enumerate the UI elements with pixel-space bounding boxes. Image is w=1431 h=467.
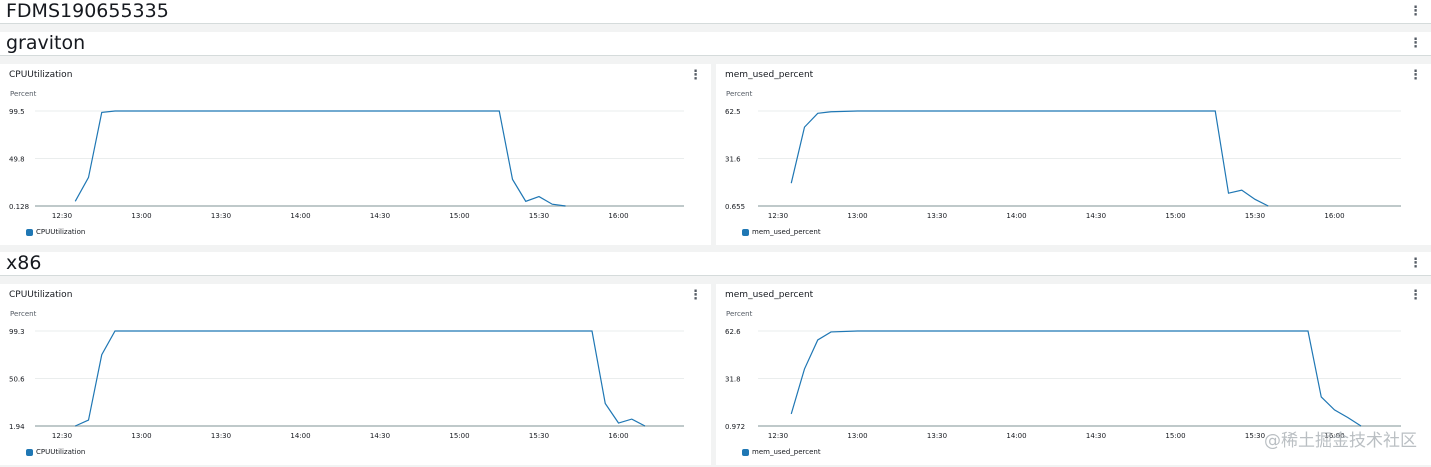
y-tick-label: 99.3 bbox=[9, 328, 25, 336]
section-title: x86 bbox=[6, 252, 42, 274]
y-tick-label: 31.8 bbox=[725, 376, 741, 384]
x-tick-label: 15:00 bbox=[449, 212, 469, 220]
section-title: graviton bbox=[6, 32, 86, 54]
y-tick-label: 1.94 bbox=[9, 423, 25, 431]
y-tick-label: 62.5 bbox=[725, 108, 741, 116]
section-header-graviton: graviton ⋮ bbox=[0, 32, 1431, 56]
x-tick-label: 13:30 bbox=[927, 432, 947, 440]
watermark: @稀土掘金技术社区 bbox=[1264, 431, 1417, 451]
x-tick-label: 15:00 bbox=[1165, 212, 1185, 220]
x-tick-label: 16:00 bbox=[1324, 212, 1344, 220]
x-tick-label: 14:30 bbox=[370, 212, 390, 220]
y-tick-label: 31.6 bbox=[725, 156, 741, 164]
x-tick-label: 13:30 bbox=[211, 432, 231, 440]
x-tick-label: 15:30 bbox=[1245, 212, 1265, 220]
widget-cpuutilization: CPUUtilization ⋮ Percent CPUUtilization 1… bbox=[0, 284, 711, 465]
x-tick-label: 15:30 bbox=[529, 212, 549, 220]
x-tick-label: 14:30 bbox=[370, 432, 390, 440]
x-tick-label: 16:00 bbox=[608, 432, 628, 440]
x-tick-label: 15:30 bbox=[529, 432, 549, 440]
x-tick-label: 14:30 bbox=[1086, 212, 1106, 220]
x-tick-label: 15:00 bbox=[1165, 432, 1185, 440]
y-tick-label: 49.8 bbox=[9, 156, 25, 164]
more-options-icon[interactable]: ⋮ bbox=[1409, 36, 1422, 51]
x-tick-label: 13:00 bbox=[131, 432, 151, 440]
x-tick-label: 12:30 bbox=[52, 432, 72, 440]
y-tick-label: 50.6 bbox=[9, 376, 25, 384]
dashboard-title: FDMS190655335 bbox=[6, 0, 169, 22]
y-tick-label: 99.5 bbox=[9, 108, 25, 116]
y-tick-label: 0.972 bbox=[725, 423, 745, 431]
line-chart: 0.655 31.6 62.5 12:30 13:00 13:30 14:00 14:30 15… bbox=[725, 108, 1401, 220]
x-tick-label: 14:00 bbox=[1006, 432, 1026, 440]
x-tick-label: 15:00 bbox=[449, 432, 469, 440]
x-tick-label: 16:00 bbox=[608, 212, 628, 220]
x-tick-label: 14:00 bbox=[290, 212, 310, 220]
y-tick-label: 0.128 bbox=[9, 203, 29, 211]
x-tick-label: 13:30 bbox=[927, 212, 947, 220]
x-tick-label: 15:30 bbox=[1245, 432, 1265, 440]
more-options-icon[interactable]: ⋮ bbox=[1409, 4, 1422, 19]
x-tick-label: 14:00 bbox=[1006, 212, 1026, 220]
x-tick-label: 12:30 bbox=[52, 212, 72, 220]
x-tick-label: 13:30 bbox=[211, 212, 231, 220]
widget-mem-used-percent: mem_used_percent ⋮ Percent mem_used_perc… bbox=[716, 64, 1431, 245]
x-tick-label: 12:30 bbox=[768, 432, 788, 440]
x-tick-label: 12:30 bbox=[768, 212, 788, 220]
x-tick-label: 13:00 bbox=[131, 212, 151, 220]
x-tick-label: 13:00 bbox=[847, 212, 867, 220]
x-tick-label: 14:00 bbox=[290, 432, 310, 440]
y-tick-label: 62.6 bbox=[725, 328, 741, 336]
line-chart: 0.128 49.8 99.5 12:30 13:00 13:30 14:00 14:30 15… bbox=[9, 108, 684, 220]
x-tick-label: 14:30 bbox=[1086, 432, 1106, 440]
more-options-icon[interactable]: ⋮ bbox=[1409, 256, 1422, 271]
section-header-x86: x86 ⋮ bbox=[0, 252, 1431, 276]
line-chart: 1.94 50.6 99.3 12:30 13:00 13:30 14:00 14:30 15:… bbox=[9, 328, 684, 440]
y-tick-label: 0.655 bbox=[725, 203, 745, 211]
dashboard-header: FDMS190655335 ⋮ bbox=[0, 0, 1431, 24]
widget-cpuutilization: CPUUtilization ⋮ Percent CPUUtilization 0… bbox=[0, 64, 711, 245]
x-tick-label: 13:00 bbox=[847, 432, 867, 440]
